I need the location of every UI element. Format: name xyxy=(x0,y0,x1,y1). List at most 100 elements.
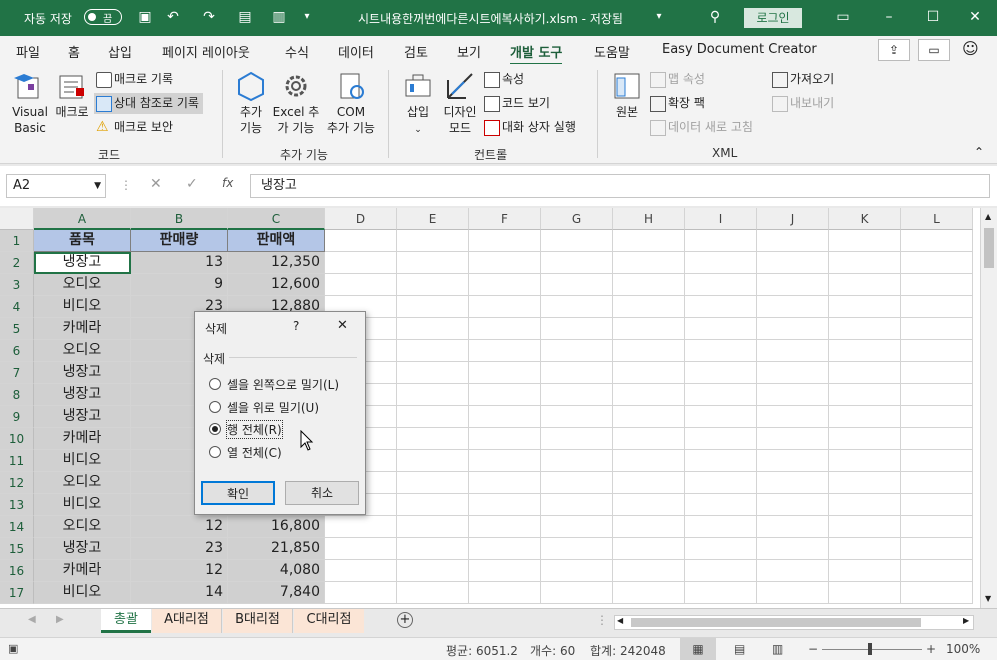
cell[interactable] xyxy=(541,296,613,318)
relative-reference-button[interactable]: 상대 참조로 기록 xyxy=(94,93,203,114)
cell[interactable] xyxy=(469,406,541,428)
option-shift-left[interactable]: 셀을 왼쪽으로 밀기(L) xyxy=(227,376,339,393)
cell[interactable] xyxy=(325,516,397,538)
view-code-button[interactable]: 코드 보기 xyxy=(484,95,550,112)
scroll-right-icon[interactable]: ▶ xyxy=(963,616,969,625)
cell[interactable] xyxy=(829,472,901,494)
macro-security-button[interactable]: ⚠ 매크로 보안 xyxy=(96,119,173,136)
worksheet-grid[interactable]: ABCDEFGHIJKL 1 품목 판매량 판매액 2 냉장고 13 12,350 3 오디오 9 1… xyxy=(0,208,980,608)
radio-entire-row[interactable] xyxy=(209,423,221,435)
cell[interactable] xyxy=(757,384,829,406)
sheet-tab-a[interactable]: A대리점 xyxy=(152,609,222,633)
column-header-i[interactable]: I xyxy=(685,208,757,230)
cell[interactable] xyxy=(829,384,901,406)
cell[interactable] xyxy=(613,472,685,494)
scroll-thumb[interactable] xyxy=(984,228,994,268)
radio-entire-column[interactable] xyxy=(209,446,221,458)
scroll-up-icon[interactable]: ▲ xyxy=(985,212,991,221)
scroll-thumb[interactable] xyxy=(631,618,921,627)
feedback-smiley-icon[interactable]: ☺ xyxy=(962,39,979,58)
sheet-tab-summary[interactable]: 총괄 xyxy=(101,609,151,633)
cell[interactable] xyxy=(613,406,685,428)
cell[interactable] xyxy=(469,274,541,296)
cell[interactable] xyxy=(613,582,685,604)
column-header-j[interactable]: J xyxy=(757,208,829,230)
cell[interactable] xyxy=(397,296,469,318)
cell[interactable] xyxy=(829,538,901,560)
cell[interactable] xyxy=(541,582,613,604)
cell[interactable] xyxy=(829,494,901,516)
enter-icon[interactable]: ✓ xyxy=(186,176,198,192)
cell[interactable] xyxy=(397,340,469,362)
column-header-l[interactable]: L xyxy=(901,208,973,230)
cell[interactable] xyxy=(541,494,613,516)
function-icon[interactable]: fx xyxy=(222,176,233,190)
map-properties-button[interactable]: 맵 속성 xyxy=(650,71,705,88)
cell[interactable] xyxy=(397,472,469,494)
zoom-out-icon[interactable]: − xyxy=(808,642,818,656)
redo-icon[interactable]: ↷ xyxy=(200,8,218,26)
cell[interactable] xyxy=(757,406,829,428)
cell[interactable]: 오디오 xyxy=(34,472,131,494)
cell[interactable] xyxy=(469,494,541,516)
cell[interactable] xyxy=(613,296,685,318)
cell[interactable] xyxy=(829,274,901,296)
column-header-a[interactable]: A xyxy=(34,208,131,230)
cell[interactable] xyxy=(901,252,973,274)
cell[interactable] xyxy=(397,406,469,428)
cancel-icon[interactable]: ✕ xyxy=(150,176,162,192)
cell[interactable]: 냉장고 xyxy=(34,384,131,406)
ok-button[interactable]: 확인 xyxy=(201,481,275,505)
cell[interactable] xyxy=(757,274,829,296)
row-header[interactable]: 12 xyxy=(0,472,34,494)
zoom-slider[interactable] xyxy=(822,649,922,650)
cell[interactable] xyxy=(613,560,685,582)
cell[interactable] xyxy=(469,560,541,582)
cell[interactable] xyxy=(685,362,757,384)
option-entire-column[interactable]: 열 전체(C) xyxy=(227,444,282,461)
page-break-view-icon[interactable]: ▥ xyxy=(772,642,783,656)
cell[interactable] xyxy=(325,274,397,296)
cell[interactable] xyxy=(829,406,901,428)
xml-source-button[interactable]: 원본 xyxy=(608,70,646,120)
row-header[interactable]: 15 xyxy=(0,538,34,560)
cell[interactable]: 비디오 xyxy=(34,296,131,318)
close-icon[interactable]: ✕ xyxy=(337,318,348,333)
cell[interactable]: 4,080 xyxy=(228,560,325,582)
tab-page-layout[interactable]: 페이지 레이아웃 xyxy=(162,42,250,61)
cell[interactable] xyxy=(685,252,757,274)
row-header[interactable]: 17 xyxy=(0,582,34,604)
cell[interactable]: 비디오 xyxy=(34,582,131,604)
cell[interactable] xyxy=(613,274,685,296)
record-macro-button[interactable]: 매크로 기록 xyxy=(96,71,173,88)
cell[interactable] xyxy=(901,230,973,252)
cell[interactable] xyxy=(613,340,685,362)
add-sheet-icon[interactable]: + xyxy=(397,612,413,628)
cell[interactable]: 21,850 xyxy=(228,538,325,560)
cell[interactable] xyxy=(469,582,541,604)
export-button[interactable]: 내보내기 xyxy=(772,95,834,112)
cell[interactable] xyxy=(685,230,757,252)
cell[interactable] xyxy=(541,406,613,428)
cell[interactable] xyxy=(757,296,829,318)
zoom-level[interactable]: 100% xyxy=(946,642,980,656)
row-header[interactable]: 6 xyxy=(0,340,34,362)
cell[interactable] xyxy=(397,274,469,296)
tab-easy-document-creator[interactable]: Easy Document Creator xyxy=(662,42,817,57)
row-header[interactable]: 16 xyxy=(0,560,34,582)
cell[interactable] xyxy=(901,274,973,296)
cell[interactable]: 품목 xyxy=(34,230,131,252)
tab-view[interactable]: 보기 xyxy=(457,42,481,61)
cell[interactable] xyxy=(829,560,901,582)
macros-button[interactable]: 매크로 xyxy=(54,70,90,120)
cell[interactable] xyxy=(901,340,973,362)
option-shift-up[interactable]: 셀을 위로 밀기(U) xyxy=(227,399,319,416)
radio-shift-up[interactable] xyxy=(209,401,221,413)
addins-button[interactable]: 추가 기능 xyxy=(232,70,270,136)
cell[interactable] xyxy=(829,516,901,538)
cell[interactable] xyxy=(469,340,541,362)
normal-view-icon[interactable]: ▦ xyxy=(680,638,716,660)
cell[interactable] xyxy=(613,252,685,274)
select-all-corner[interactable] xyxy=(0,208,34,230)
cell[interactable]: 판매액 xyxy=(228,230,325,252)
